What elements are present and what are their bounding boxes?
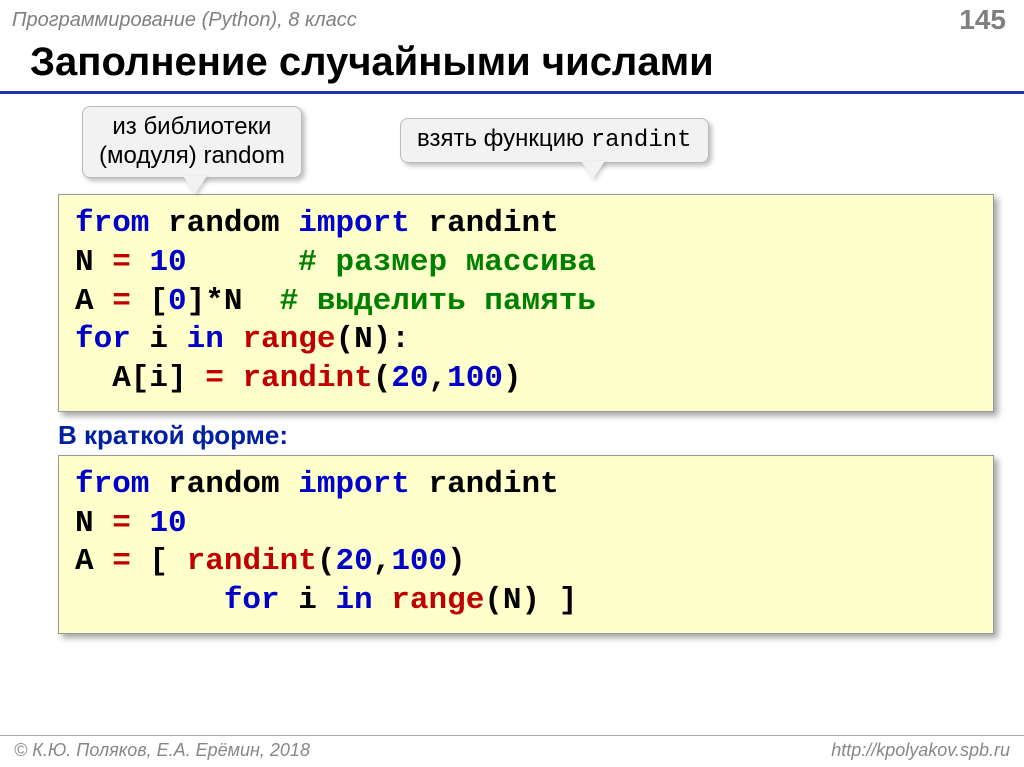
footer: © К.Ю. Поляков, Е.А. Ерёмин, 2018 http:/…: [0, 735, 1024, 767]
footer-url: http://kpolyakov.spb.ru: [831, 740, 1010, 761]
code-token: range: [391, 583, 484, 618]
code-token: A: [75, 284, 112, 319]
code-token: in: [187, 322, 224, 357]
code-token: =: [112, 245, 131, 280]
code-token: N: [75, 506, 112, 541]
code-token: [373, 583, 392, 618]
code-token: (N):: [335, 322, 409, 357]
callout-function-text: взять функцию: [417, 125, 591, 152]
code-token: 0: [168, 284, 187, 319]
code-token: =: [112, 284, 131, 319]
code-token: 10: [149, 245, 186, 280]
code-token: random: [149, 206, 298, 241]
code-token: =: [205, 361, 224, 396]
code-token: for: [224, 583, 280, 618]
callout-library: из библиотеки (модуля) random: [82, 106, 302, 178]
code-token: (N) ]: [484, 583, 577, 618]
code-token: [: [131, 544, 187, 579]
code-token: [131, 245, 150, 280]
code-token: i: [280, 583, 336, 618]
code-token: randint: [410, 467, 559, 502]
code-token: ]*N: [187, 284, 280, 319]
code-token: [187, 245, 299, 280]
callout-tail-icon: [581, 161, 605, 179]
callout-tail-icon: [183, 176, 207, 194]
code-token: [131, 506, 150, 541]
callout-library-line1: из библиотеки: [99, 113, 285, 142]
callout-function-mono: randint: [591, 127, 692, 154]
code-token: # выделить память: [280, 284, 596, 319]
code-token: randint: [187, 544, 317, 579]
code-token: N: [75, 245, 112, 280]
code-token: import: [298, 206, 410, 241]
code-token: for: [75, 322, 131, 357]
code-token: [224, 322, 243, 357]
topbar: Программирование (Python), 8 класс 145: [0, 0, 1024, 38]
course-label: Программирование (Python), 8 класс: [12, 9, 357, 32]
code-token: in: [335, 583, 372, 618]
callout-library-line2: (модуля) random: [99, 142, 285, 171]
subheading: В краткой форме:: [58, 420, 1024, 451]
code-token: ,: [373, 544, 392, 579]
copyright: © К.Ю. Поляков, Е.А. Ерёмин, 2018: [14, 740, 310, 761]
code-token: (: [317, 544, 336, 579]
code-token: 20: [335, 544, 372, 579]
code-block-2: from random import randint N = 10 A = [ …: [58, 455, 994, 634]
code-token: randint: [410, 206, 559, 241]
code-token: 100: [447, 361, 503, 396]
code-token: randint: [242, 361, 372, 396]
code-token: range: [242, 322, 335, 357]
code-token: =: [112, 544, 131, 579]
code-token: import: [298, 467, 410, 502]
slide: Программирование (Python), 8 класс 145 З…: [0, 0, 1024, 767]
code-token: [: [131, 284, 168, 319]
callout-function: взять функцию randint: [400, 118, 709, 163]
code-token: i: [131, 322, 187, 357]
code-token: ): [447, 544, 466, 579]
code-token: ): [503, 361, 522, 396]
code-token: random: [149, 467, 298, 502]
page-title: Заполнение случайными числами: [0, 38, 1024, 94]
code-token: ,: [429, 361, 448, 396]
code-token: [224, 361, 243, 396]
code-block-1: from random import randint N = 10 # разм…: [58, 194, 994, 412]
code-token: =: [112, 506, 131, 541]
code-token: 10: [149, 506, 186, 541]
code-token: # размер массива: [298, 245, 596, 280]
callouts-area: из библиотеки (модуля) random взять функ…: [0, 106, 1024, 194]
code-token: 100: [391, 544, 447, 579]
page-number: 145: [959, 4, 1006, 36]
code-token: from: [75, 467, 149, 502]
code-token: [75, 583, 224, 618]
code-token: 20: [391, 361, 428, 396]
code-token: A[i]: [75, 361, 205, 396]
code-token: (: [373, 361, 392, 396]
code-token: from: [75, 206, 149, 241]
code-token: A: [75, 544, 112, 579]
